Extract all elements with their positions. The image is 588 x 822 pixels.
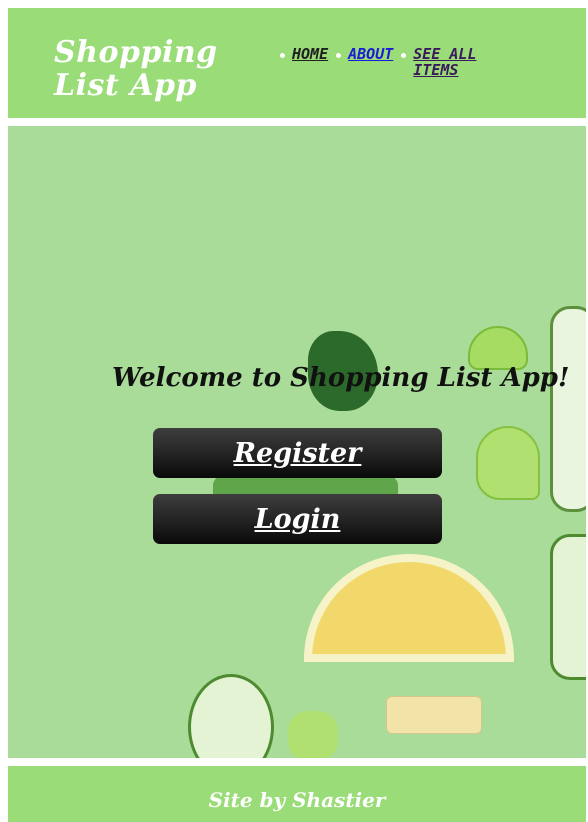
hero-section: Welcome to Shopping List App! Register L… xyxy=(8,126,586,758)
celery-piece-image xyxy=(476,426,540,500)
nav-link-home[interactable]: Home xyxy=(292,45,328,63)
register-button[interactable]: Register xyxy=(153,428,442,478)
site-header: Shopping List App Home About See All Ite… xyxy=(8,8,586,118)
celery-piece-image xyxy=(288,711,338,758)
nav-item-see-all-items: See All Items xyxy=(399,46,493,78)
cucumber-slice-image xyxy=(550,306,586,512)
nav-item-about: About xyxy=(334,46,393,78)
lemon-slice-image xyxy=(304,554,514,662)
site-title: Shopping List App xyxy=(54,35,218,103)
welcome-heading: Welcome to Shopping List App! xyxy=(112,363,570,393)
nav-link-about[interactable]: About xyxy=(348,45,393,63)
site-footer: Site by Shastier xyxy=(8,766,586,822)
footer-credit: Site by Shastier xyxy=(208,788,386,812)
nav-item-home: Home xyxy=(278,46,328,78)
ginger-piece-image xyxy=(386,696,482,734)
cucumber-slice-image xyxy=(550,534,586,680)
login-button[interactable]: Login xyxy=(153,494,442,544)
cucumber-slice-image xyxy=(188,674,274,758)
nav-link-see-all-items[interactable]: See All Items xyxy=(413,46,493,78)
main-nav: Home About See All Items xyxy=(278,46,493,78)
